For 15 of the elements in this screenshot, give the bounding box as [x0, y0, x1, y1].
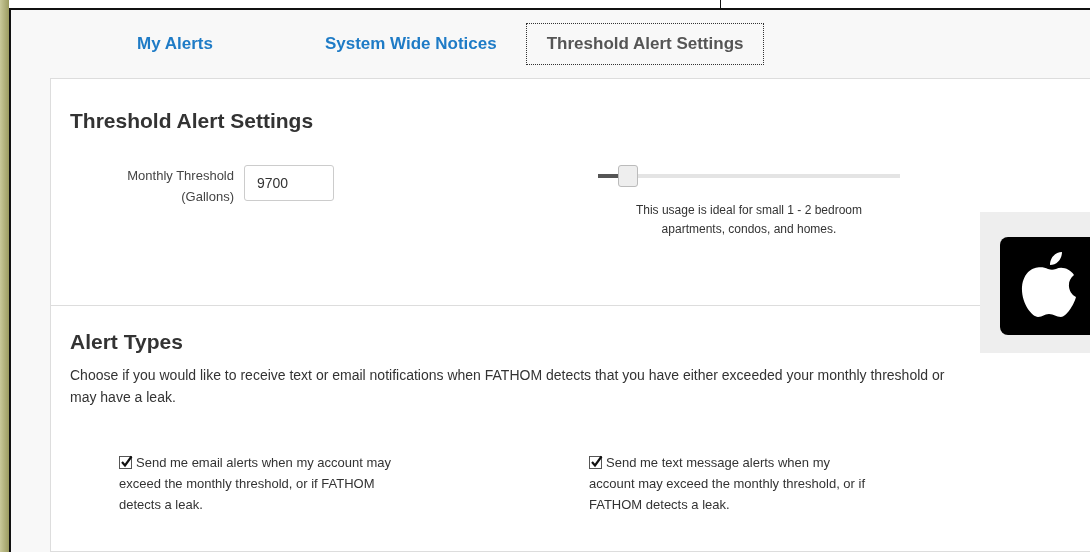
section-title: Threshold Alert Settings — [70, 109, 315, 133]
apple-icon — [1000, 237, 1090, 335]
threshold-input[interactable]: 9700 — [244, 165, 334, 201]
checkbox-label[interactable]: Send me text message alerts when my account may exceed the monthly threshold, or if FATHOM detects a leak. — [589, 452, 879, 515]
tab[interactable]: My Alerts — [116, 23, 234, 65]
tab[interactable]: System Wide Notices — [303, 23, 518, 65]
slider-thumb[interactable] — [618, 165, 639, 187]
tab[interactable]: Threshold Alert Settings — [525, 23, 765, 65]
checkbox[interactable] — [119, 456, 132, 469]
checkbox[interactable] — [589, 456, 602, 469]
checkbox-label[interactable]: Send me email alerts when my account may exceed the monthly threshold, or if FATHOM detects a leak. — [119, 452, 409, 515]
section-title: Alert Types — [70, 330, 184, 354]
description-text: Choose if you would like to receive text or email notifications when FATHOM detects that you have either exceeded your monthly threshold or may have a leak. — [70, 366, 946, 407]
usage-hint: This usage is ideal for small 1 - 2 bedroom apartments, condos, and homes. — [634, 202, 864, 238]
field-label: Monthly Threshold (Gallons) — [126, 167, 234, 206]
